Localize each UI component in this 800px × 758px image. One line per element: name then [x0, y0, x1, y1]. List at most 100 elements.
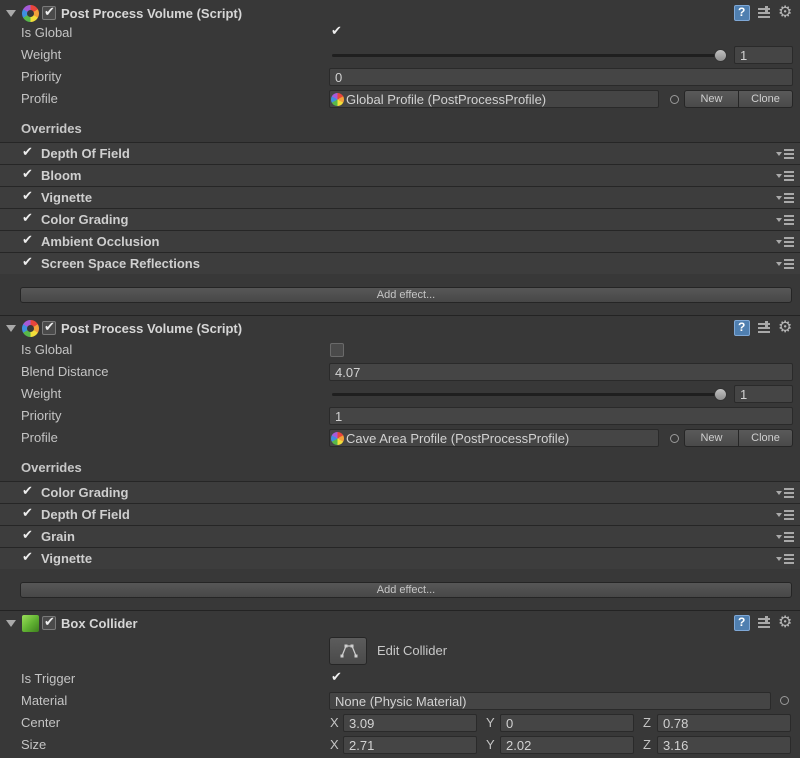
- override-row[interactable]: Depth Of Field: [0, 503, 800, 525]
- is-global-checkbox[interactable]: [330, 343, 344, 357]
- override-menu-icon[interactable]: [776, 171, 794, 181]
- component-enabled-checkbox[interactable]: [42, 4, 56, 20]
- override-menu-icon[interactable]: [776, 193, 794, 203]
- override-menu-icon[interactable]: [776, 215, 794, 225]
- center-row: Center X 3.09 Y 0 Z 0.78: [0, 712, 800, 734]
- profile-object-field[interactable]: Global Profile (PostProcessProfile): [329, 90, 659, 108]
- material-row: Material None (Physic Material): [0, 690, 800, 712]
- priority-label: Priority: [21, 408, 62, 423]
- override-name: Depth Of Field: [41, 146, 130, 161]
- size-y-field[interactable]: 2.02: [500, 736, 634, 754]
- center-z-field[interactable]: 0.78: [657, 714, 791, 732]
- foldout-triangle-icon[interactable]: [6, 323, 16, 333]
- profile-label: Profile: [21, 91, 58, 106]
- edit-collider-icon: [340, 644, 358, 658]
- override-name: Bloom: [41, 168, 82, 183]
- override-row[interactable]: Vignette: [0, 186, 800, 208]
- override-name: Grain: [41, 529, 75, 544]
- size-row: Size X 2.71 Y 2.02 Z 3.16: [0, 734, 800, 756]
- center-y-field[interactable]: 0: [500, 714, 634, 732]
- override-enabled-checkbox[interactable]: [21, 549, 35, 566]
- gear-icon[interactable]: [778, 612, 794, 632]
- size-y-axis-label: Y: [486, 737, 495, 752]
- foldout-triangle-icon[interactable]: [6, 8, 16, 18]
- component-title: Post Process Volume (Script): [61, 320, 243, 336]
- is-trigger-checkbox[interactable]: [330, 669, 344, 686]
- edit-collider-button[interactable]: [329, 637, 367, 665]
- priority-field[interactable]: 0: [329, 68, 793, 86]
- center-x-axis-label: X: [330, 715, 339, 730]
- override-enabled-checkbox[interactable]: [21, 527, 35, 544]
- foldout-triangle-icon[interactable]: [6, 618, 16, 628]
- object-picker-icon[interactable]: [780, 696, 789, 705]
- gear-icon[interactable]: [778, 317, 794, 337]
- overrides-label: Overrides: [21, 121, 82, 136]
- override-row[interactable]: Ambient Occlusion: [0, 230, 800, 252]
- post-process-volume-header[interactable]: Post Process Volume (Script): [0, 317, 800, 339]
- weight-field[interactable]: 1: [734, 46, 793, 64]
- override-row[interactable]: Depth Of Field: [0, 142, 800, 164]
- override-menu-icon[interactable]: [776, 149, 794, 159]
- post-process-volume-header[interactable]: Post Process Volume (Script): [0, 2, 800, 24]
- object-picker-icon[interactable]: [670, 95, 679, 104]
- override-menu-icon[interactable]: [776, 488, 794, 498]
- overrides-label: Overrides: [21, 460, 82, 475]
- preset-icon[interactable]: [756, 5, 772, 21]
- edit-collider-label: Edit Collider: [377, 643, 448, 658]
- profile-object-field[interactable]: Cave Area Profile (PostProcessProfile): [329, 429, 659, 447]
- override-row[interactable]: Color Grading: [0, 208, 800, 230]
- new-profile-button[interactable]: New: [684, 429, 739, 447]
- help-icon[interactable]: [734, 320, 750, 336]
- override-row[interactable]: Color Grading: [0, 481, 800, 503]
- weight-field[interactable]: 1: [734, 385, 793, 403]
- preset-icon[interactable]: [756, 615, 772, 631]
- override-menu-icon[interactable]: [776, 237, 794, 247]
- weight-slider-track[interactable]: [332, 393, 720, 396]
- override-enabled-checkbox[interactable]: [21, 232, 35, 249]
- new-profile-button[interactable]: New: [684, 90, 739, 108]
- override-menu-icon[interactable]: [776, 259, 794, 269]
- override-menu-icon[interactable]: [776, 510, 794, 520]
- override-menu-icon[interactable]: [776, 554, 794, 564]
- is-global-checkbox[interactable]: [330, 23, 344, 40]
- weight-label: Weight: [21, 47, 62, 62]
- component-enabled-checkbox[interactable]: [42, 319, 56, 335]
- size-x-field[interactable]: 2.71: [343, 736, 477, 754]
- override-name: Vignette: [41, 551, 93, 566]
- override-row[interactable]: Screen Space Reflections: [0, 252, 800, 274]
- override-enabled-checkbox[interactable]: [21, 254, 35, 271]
- override-enabled-checkbox[interactable]: [21, 188, 35, 205]
- help-icon[interactable]: [734, 5, 750, 21]
- gear-icon[interactable]: [778, 2, 794, 22]
- size-x-axis-label: X: [330, 737, 339, 752]
- component-title: Box Collider: [61, 615, 138, 631]
- override-enabled-checkbox[interactable]: [21, 483, 35, 500]
- component-enabled-checkbox[interactable]: [42, 614, 56, 630]
- weight-slider-thumb[interactable]: [714, 388, 727, 401]
- clone-profile-button[interactable]: Clone: [739, 90, 793, 108]
- material-object-field[interactable]: None (Physic Material): [329, 692, 771, 710]
- blend-distance-field[interactable]: 4.07: [329, 363, 793, 381]
- override-row[interactable]: Vignette: [0, 547, 800, 569]
- center-y-axis-label: Y: [486, 715, 495, 730]
- priority-field[interactable]: 1: [329, 407, 793, 425]
- center-x-field[interactable]: 3.09: [343, 714, 477, 732]
- override-row[interactable]: Grain: [0, 525, 800, 547]
- size-z-field[interactable]: 3.16: [657, 736, 791, 754]
- weight-slider-track[interactable]: [332, 54, 720, 57]
- override-enabled-checkbox[interactable]: [21, 210, 35, 227]
- blend-distance-row: Blend Distance 4.07: [0, 361, 800, 383]
- add-effect-button[interactable]: Add effect...: [20, 287, 792, 303]
- help-icon[interactable]: [734, 615, 750, 631]
- object-picker-icon[interactable]: [670, 434, 679, 443]
- weight-slider-thumb[interactable]: [714, 49, 727, 62]
- override-row[interactable]: Bloom: [0, 164, 800, 186]
- override-enabled-checkbox[interactable]: [21, 505, 35, 522]
- add-effect-button[interactable]: Add effect...: [20, 582, 792, 598]
- box-collider-header[interactable]: Box Collider: [0, 612, 800, 634]
- override-menu-icon[interactable]: [776, 532, 794, 542]
- preset-icon[interactable]: [756, 320, 772, 336]
- override-enabled-checkbox[interactable]: [21, 166, 35, 183]
- override-enabled-checkbox[interactable]: [21, 144, 35, 161]
- clone-profile-button[interactable]: Clone: [739, 429, 793, 447]
